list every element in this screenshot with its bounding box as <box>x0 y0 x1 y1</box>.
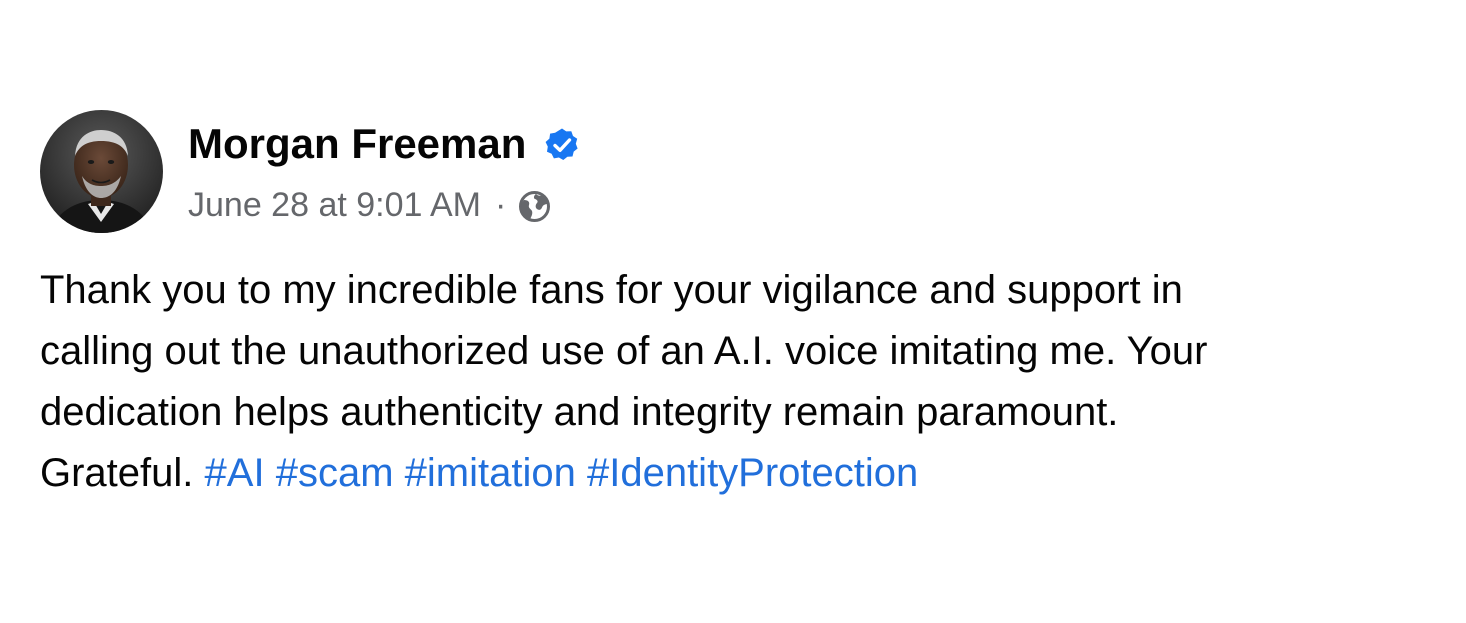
globe-icon[interactable] <box>518 190 551 223</box>
author-row: Morgan Freeman <box>188 118 580 170</box>
hashtag-scam[interactable]: #scam <box>276 451 394 495</box>
post-card: Morgan Freeman June 28 at 9:01 AM · Than… <box>0 0 1466 623</box>
post-text-line: Thank you to my incredible fans for your… <box>40 268 1183 312</box>
post-timestamp[interactable]: June 28 at 9:01 AM <box>188 183 481 227</box>
post-meta: June 28 at 9:01 AM · <box>188 183 551 227</box>
hashtag-ai[interactable]: #AI <box>205 451 265 495</box>
post-text-line: dedication helps authenticity and integr… <box>40 390 1119 434</box>
avatar[interactable] <box>40 110 163 233</box>
post-body: Thank you to my incredible fans for your… <box>40 260 1450 504</box>
verified-badge-icon <box>544 127 580 163</box>
meta-separator: · <box>494 186 507 224</box>
post-text-closing: Grateful. <box>40 451 194 495</box>
post-text-last-line: Grateful. #AI #scam #imitation #Identity… <box>40 443 1450 504</box>
hashtag-identity-protection[interactable]: #IdentityProtection <box>587 451 918 495</box>
post-text-line: calling out the unauthorized use of an A… <box>40 329 1208 373</box>
avatar-image <box>40 110 163 233</box>
author-name[interactable]: Morgan Freeman <box>188 118 526 170</box>
hashtag-imitation[interactable]: #imitation <box>405 451 576 495</box>
